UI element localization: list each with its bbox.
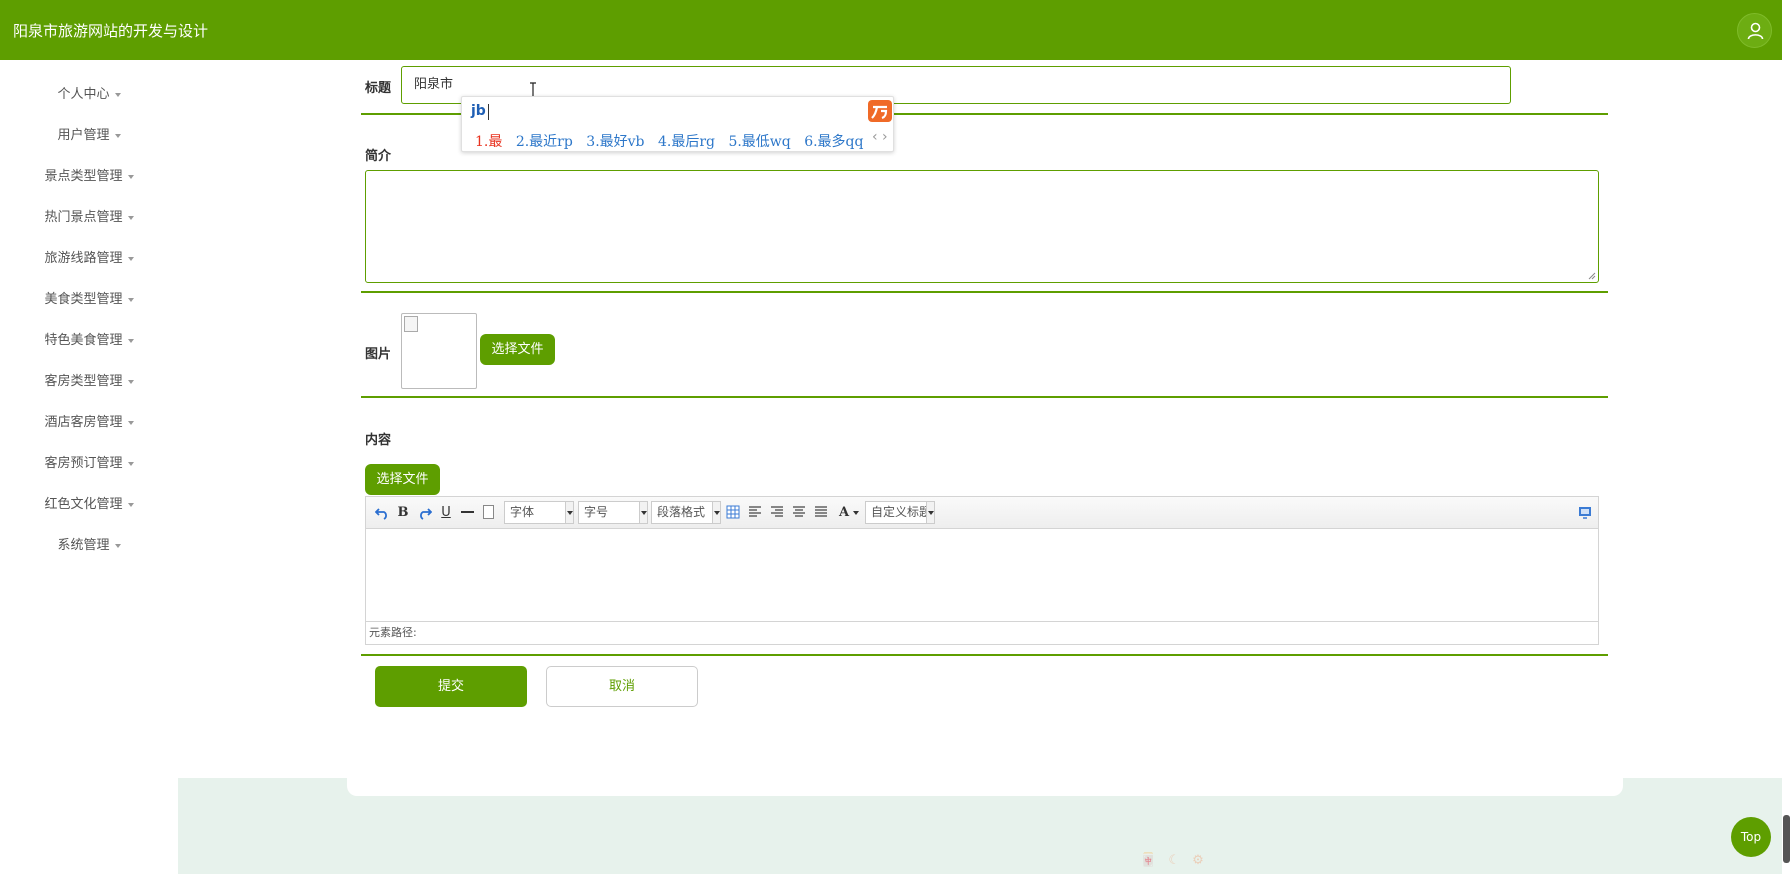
content-choose-file-button[interactable]: 选择文件: [365, 464, 440, 495]
rich-text-editor: B U 字体 字号 段落格式 A 自定义标题 元素路径:: [365, 496, 1599, 645]
caret-down-icon: [114, 543, 121, 548]
title-label: 标题: [365, 81, 392, 96]
ime-pinyin: jb: [471, 103, 486, 119]
ime-toolbar-icons: 🀄 ☾ ⚙: [1140, 853, 1208, 868]
form-card-bottom: [347, 740, 1623, 796]
resize-grip-icon[interactable]: [1588, 272, 1596, 280]
divider: [361, 396, 1608, 398]
custom-title-select[interactable]: 自定义标题: [865, 501, 935, 524]
sidebar-item-hotel-rooms[interactable]: 酒店客房管理: [0, 402, 178, 443]
choose-image-button[interactable]: 选择文件: [480, 334, 555, 365]
sidebar-item-food-type[interactable]: 美食类型管理: [0, 279, 178, 320]
table-icon[interactable]: [726, 505, 740, 519]
caret-down-icon: [127, 215, 134, 220]
fullscreen-icon[interactable]: [1578, 506, 1592, 519]
new-document-icon[interactable]: [483, 505, 494, 519]
broken-image-icon: [404, 316, 418, 332]
editor-toolbar: B U 字体 字号 段落格式 A 自定义标题: [366, 497, 1598, 529]
chevron-down-icon: [712, 502, 720, 523]
ime-candidate-popup: jb 1.最 2.最近rp 3.最好vb 4.最后rg 5.最低wq 6.最多q…: [461, 96, 894, 152]
undo-icon[interactable]: [375, 506, 389, 520]
align-justify-icon[interactable]: [814, 506, 828, 518]
top-bar: 阳泉市旅游网站的开发与设计: [0, 0, 1792, 60]
divider: [361, 654, 1608, 656]
sidebar-item-user-management[interactable]: 用户管理: [0, 115, 178, 156]
sidebar-item-room-type[interactable]: 客房类型管理: [0, 361, 178, 402]
horizontal-rule-icon[interactable]: [461, 511, 474, 513]
scrollbar-track[interactable]: [1782, 0, 1792, 874]
cancel-button[interactable]: 取消: [546, 666, 698, 707]
scrollbar-thumb[interactable]: [1783, 815, 1790, 863]
sidebar-item-personal-center[interactable]: 个人中心: [0, 74, 178, 115]
ime-candidate-list: 1.最 2.最近rp 3.最好vb 4.最后rg 5.最低wq 6.最多qq: [475, 131, 872, 151]
editor-content-area[interactable]: [366, 530, 1598, 619]
image-label: 图片: [365, 347, 392, 362]
ime-candidate[interactable]: 5.最低wq: [728, 134, 790, 150]
align-right-icon[interactable]: [770, 506, 784, 518]
align-left-icon[interactable]: [748, 506, 762, 518]
sidebar-item-attraction-type[interactable]: 景点类型管理: [0, 156, 178, 197]
sidebar-item-travel-routes[interactable]: 旅游线路管理: [0, 238, 178, 279]
chevron-down-icon: [639, 502, 647, 523]
chevron-down-icon: [565, 502, 573, 523]
divider: [361, 291, 1608, 293]
font-size-select[interactable]: 字号: [578, 501, 648, 524]
caret-down-icon: [127, 338, 134, 343]
submit-button[interactable]: 提交: [375, 666, 527, 707]
sidebar-item-hot-attractions[interactable]: 热门景点管理: [0, 197, 178, 238]
caret-down-icon: [127, 461, 134, 466]
caret-down-icon: [127, 502, 134, 507]
caret-down-icon: [114, 92, 121, 97]
font-family-select[interactable]: 字体: [504, 501, 574, 524]
ime-candidate[interactable]: 4.最后rg: [658, 134, 715, 150]
caret-down-icon: [127, 256, 134, 261]
bold-icon[interactable]: B: [397, 505, 409, 521]
caret-down-icon: [127, 379, 134, 384]
align-center-icon[interactable]: [792, 506, 806, 518]
ime-caret: [488, 104, 489, 120]
sidebar-item-red-culture[interactable]: 红色文化管理: [0, 484, 178, 525]
ime-candidate[interactable]: 1.最: [475, 134, 502, 150]
ime-page-nav[interactable]: ‹ ›: [872, 129, 888, 145]
editor-element-path: 元素路径:: [366, 621, 1598, 644]
ime-candidate[interactable]: 6.最多qq: [804, 134, 863, 150]
caret-down-icon: [127, 297, 134, 302]
ime-logo-icon[interactable]: [868, 100, 892, 122]
app-title: 阳泉市旅游网站的开发与设计: [13, 22, 209, 40]
content-label: 内容: [365, 433, 392, 448]
sidebar-item-system[interactable]: 系统管理: [0, 525, 178, 566]
image-preview: [401, 313, 477, 389]
back-to-top-button[interactable]: Top: [1731, 817, 1771, 857]
intro-textarea[interactable]: [365, 170, 1599, 283]
caret-down-icon: [127, 174, 134, 179]
chevron-down-icon[interactable]: [853, 511, 859, 515]
caret-down-icon: [114, 133, 121, 138]
paragraph-format-select[interactable]: 段落格式: [651, 501, 721, 524]
redo-icon[interactable]: [418, 506, 432, 520]
ime-candidate[interactable]: 3.最好vb: [586, 134, 644, 150]
user-icon[interactable]: [1737, 13, 1772, 48]
sidebar: 个人中心 用户管理 景点类型管理 热门景点管理 旅游线路管理 美食类型管理 特色…: [0, 60, 178, 874]
intro-label: 简介: [365, 149, 392, 164]
caret-down-icon: [127, 420, 134, 425]
ime-candidate[interactable]: 2.最近rp: [516, 134, 573, 150]
underline-icon[interactable]: U: [440, 505, 452, 521]
chevron-down-icon: [926, 502, 934, 523]
sidebar-item-special-food[interactable]: 特色美食管理: [0, 320, 178, 361]
sidebar-item-room-booking[interactable]: 客房预订管理: [0, 443, 178, 484]
font-color-icon[interactable]: A: [837, 505, 851, 521]
